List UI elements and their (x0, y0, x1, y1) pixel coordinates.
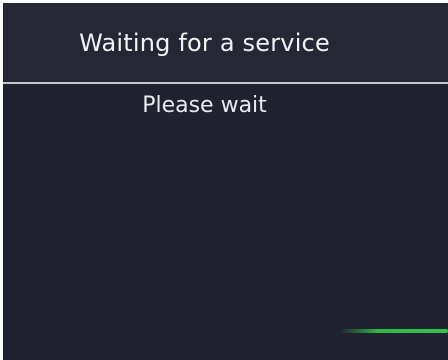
header: Waiting for a service (3, 3, 448, 81)
waiting-screen: Waiting for a service Please wait (3, 3, 448, 360)
header-divider (3, 82, 448, 84)
wait-message: Please wait (142, 93, 267, 118)
progress-indicator (340, 329, 448, 333)
page-title: Waiting for a service (79, 29, 330, 57)
